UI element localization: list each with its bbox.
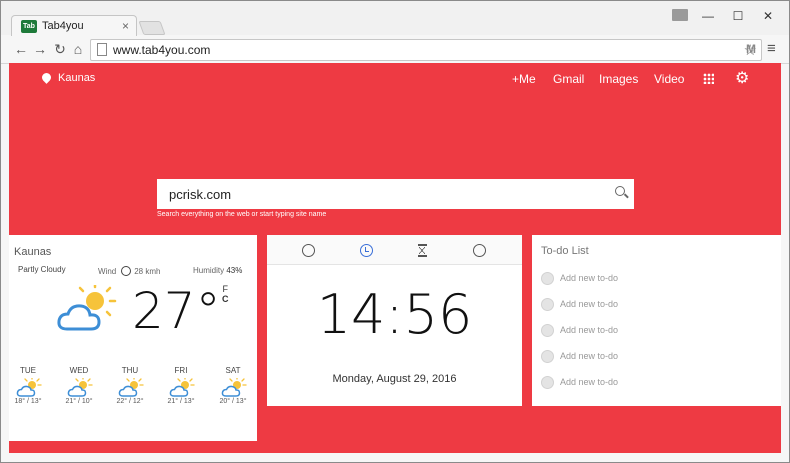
search-icon[interactable] <box>615 186 625 196</box>
weather-humidity: Humidity 43% <box>193 266 242 275</box>
browser-toolbar: ← → ↻ ⌂ www.tab4you.com ☆ M ≡ <box>1 36 789 64</box>
forecast-temps: 22° / 12° <box>116 398 144 405</box>
todo-text[interactable]: Add new to-do <box>560 377 618 387</box>
weather-wind: Wind 28 kmh <box>98 266 160 276</box>
todo-checkbox[interactable] <box>541 272 554 285</box>
partly-cloudy-icon <box>221 378 247 397</box>
forecast-temps: 20° / 13° <box>219 398 247 405</box>
apps-grid-icon[interactable] <box>703 73 714 84</box>
tab-close-icon[interactable]: × <box>122 19 129 33</box>
hourglass-icon[interactable] <box>418 244 427 257</box>
search-input[interactable] <box>157 179 597 209</box>
wind-direction-icon <box>121 266 132 276</box>
partly-cloudy-icon <box>67 378 93 397</box>
weather-city: Kaunas <box>14 246 52 258</box>
current-temperature: 27° <box>132 282 221 340</box>
location-pin-icon <box>40 71 53 84</box>
todo-text[interactable]: Add new to-do <box>560 325 618 335</box>
weather-condition: Partly Cloudy <box>18 265 66 274</box>
new-tab-button[interactable] <box>138 21 166 35</box>
todo-card: To-do List Add new to-do Add new to-do A… <box>532 235 781 406</box>
todo-text[interactable]: Add new to-do <box>560 351 618 361</box>
todo-title: To-do List <box>541 245 589 257</box>
location-label: Kaunas <box>58 72 96 84</box>
temperature-unit-toggle[interactable]: F C <box>222 284 229 304</box>
reload-button[interactable]: ↻ <box>52 41 68 58</box>
clock-icon[interactable] <box>360 244 373 257</box>
weather-card: Kaunas Partly Cloudy Wind 28 kmh Humidity… <box>9 235 257 441</box>
todo-checkbox[interactable] <box>541 350 554 363</box>
alarm-icon[interactable] <box>302 244 315 257</box>
todo-checkbox[interactable] <box>541 324 554 337</box>
forecast-day: WED 21° / 10° <box>57 366 101 405</box>
tab-favicon-icon: Tab <box>21 20 37 33</box>
tab-title: Tab4you <box>42 20 84 32</box>
humidity-value: 43% <box>226 266 243 275</box>
stopwatch-icon[interactable] <box>473 244 486 257</box>
clock-time: 14:56 <box>316 283 473 346</box>
clock-tabs <box>267 235 522 265</box>
forecast-temps: 18° / 13° <box>14 398 42 405</box>
todo-checkbox[interactable] <box>541 298 554 311</box>
profile-icon[interactable] <box>672 9 688 21</box>
page-icon <box>97 43 107 56</box>
title-bar: Tab Tab4you × — ☐ ✕ <box>1 1 789 37</box>
partly-cloudy-icon <box>169 378 195 397</box>
forecast-day-name: FRI <box>174 366 188 375</box>
close-window-button[interactable]: ✕ <box>758 9 778 23</box>
nav-link-me[interactable]: +Me <box>512 72 536 86</box>
nav-link-video[interactable]: Video <box>654 72 684 86</box>
humidity-label: Humidity <box>193 266 225 275</box>
forecast-day-name: TUE <box>20 366 36 375</box>
forward-button[interactable]: → <box>32 41 48 57</box>
forecast-day: SAT 20° / 13° <box>211 366 255 405</box>
todo-checkbox[interactable] <box>541 376 554 389</box>
todo-text[interactable]: Add new to-do <box>560 273 618 283</box>
forecast-temps: 21° / 10° <box>65 398 93 405</box>
address-bar[interactable]: www.tab4you.com ☆ <box>90 39 762 61</box>
search-box <box>157 179 634 209</box>
nav-link-gmail[interactable]: Gmail <box>553 72 584 86</box>
browser-tab[interactable]: Tab Tab4you × <box>11 15 137 37</box>
back-button[interactable]: ← <box>13 41 29 57</box>
forecast-temps: 21° / 13° <box>167 398 195 405</box>
forecast-day-name: SAT <box>225 366 241 375</box>
clock-date: Monday, August 29, 2016 <box>332 373 457 385</box>
clock-card: 14:56 Monday, August 29, 2016 <box>267 235 522 406</box>
maximize-button[interactable]: ☐ <box>728 9 748 23</box>
unit-fahrenheit[interactable]: F <box>222 284 229 294</box>
page-content: Kaunas +Me Gmail Images Video ⚙ Search e… <box>9 63 781 453</box>
forecast-day-name: THU <box>121 366 139 375</box>
todo-text[interactable]: Add new to-do <box>560 299 618 309</box>
mail-extension-icon[interactable]: M <box>746 42 756 56</box>
url-text[interactable]: www.tab4you.com <box>113 43 210 57</box>
browser-menu-icon[interactable]: ≡ <box>767 40 776 57</box>
location-indicator[interactable]: Kaunas <box>40 71 96 84</box>
forecast-day: THU 22° / 12° <box>108 366 152 405</box>
home-button[interactable]: ⌂ <box>70 41 86 57</box>
partly-cloudy-icon <box>118 378 144 397</box>
forecast-day: FRI 21° / 13° <box>159 366 203 405</box>
wind-value: 28 kmh <box>134 267 161 276</box>
unit-celsius[interactable]: C <box>222 294 229 304</box>
minimize-button[interactable]: — <box>698 9 718 23</box>
gear-icon[interactable]: ⚙ <box>735 68 749 88</box>
partly-cloudy-icon <box>57 285 117 331</box>
wind-label: Wind <box>98 267 117 276</box>
forecast-day-name: WED <box>69 366 89 375</box>
forecast-day: TUE 18° / 13° <box>9 366 50 405</box>
search-hint: Search everything on the web or start ty… <box>157 211 327 218</box>
nav-link-images[interactable]: Images <box>599 72 638 86</box>
partly-cloudy-icon <box>16 378 42 397</box>
